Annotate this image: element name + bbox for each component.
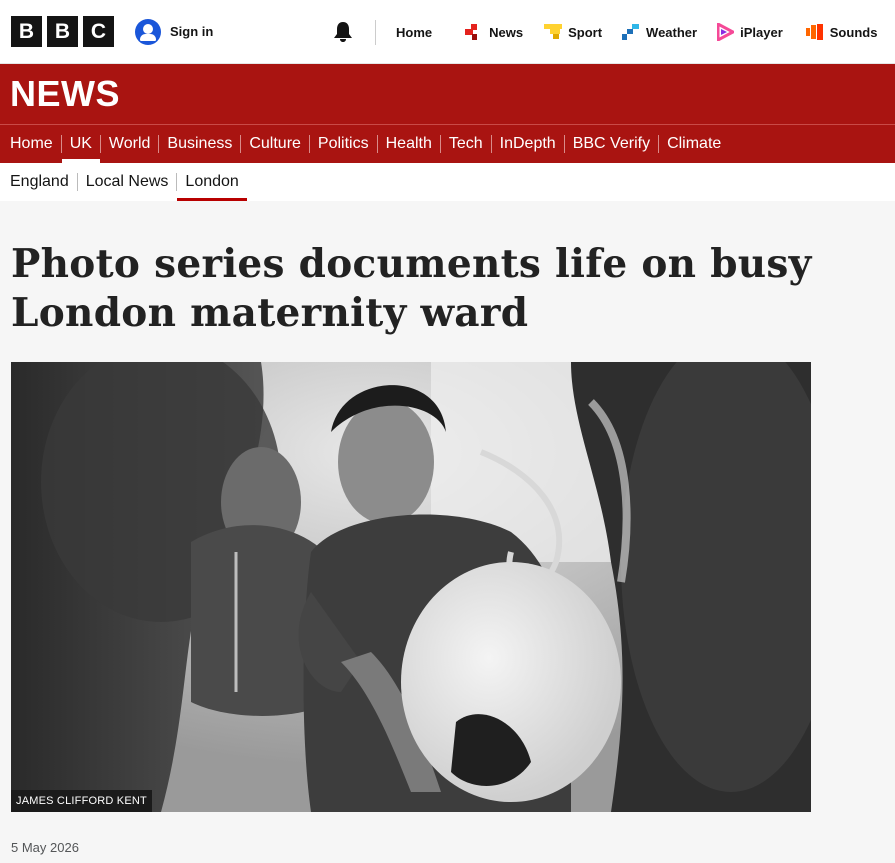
news-icon xyxy=(465,24,478,40)
sign-in-button[interactable]: Sign in xyxy=(135,18,214,45)
header-divider xyxy=(375,20,376,45)
article-headline: Photo series documents life on busy Lond… xyxy=(11,241,812,336)
iplayer-icon xyxy=(717,23,735,41)
global-nav-label: Sport xyxy=(568,24,603,40)
maternity-ward-photo xyxy=(11,362,811,812)
global-nav-iplayer[interactable]: iPlayer xyxy=(717,23,783,41)
account-icon xyxy=(135,18,161,45)
section-nav-climate[interactable]: Climate xyxy=(659,125,729,163)
image-credit: JAMES CLIFFORD KENT xyxy=(11,790,152,812)
section-nav-culture[interactable]: Culture xyxy=(241,125,309,163)
bbc-logo[interactable]: B B C xyxy=(11,16,114,47)
news-banner: NEWS xyxy=(0,64,895,125)
weather-icon xyxy=(622,24,640,40)
logo-letter: B xyxy=(11,16,42,47)
section-nav-tech[interactable]: Tech xyxy=(441,125,491,163)
sub-nav: England Local News London xyxy=(0,163,895,201)
sub-nav-london[interactable]: London xyxy=(177,163,248,201)
global-header: B B C Sign in Home News Sport Weather iP… xyxy=(0,0,895,64)
article-date: 5 May 2026 xyxy=(11,840,79,855)
section-nav-health[interactable]: Health xyxy=(378,125,440,163)
section-nav: Home UK World Business Culture Politics … xyxy=(0,125,895,163)
article-hero-image: JAMES CLIFFORD KENT xyxy=(11,362,811,812)
news-title-link[interactable]: NEWS xyxy=(10,73,120,115)
sport-icon xyxy=(544,24,563,39)
sounds-icon xyxy=(805,24,823,40)
global-nav-weather[interactable]: Weather xyxy=(622,24,697,40)
global-nav-label: Weather xyxy=(646,24,698,40)
sub-nav-england[interactable]: England xyxy=(2,163,77,201)
sub-nav-local-news[interactable]: Local News xyxy=(78,163,177,201)
section-nav-uk[interactable]: UK xyxy=(61,125,101,163)
global-nav-home[interactable]: Home xyxy=(396,25,432,40)
global-nav-label: Sounds xyxy=(829,24,878,40)
section-nav-indepth[interactable]: InDepth xyxy=(492,125,564,163)
section-nav-business[interactable]: Business xyxy=(159,125,240,163)
global-nav-sport[interactable]: Sport xyxy=(544,24,602,40)
notifications-bell-icon[interactable] xyxy=(333,21,353,43)
global-nav-sounds[interactable]: Sounds xyxy=(805,24,878,40)
section-nav-politics[interactable]: Politics xyxy=(310,125,377,163)
section-nav-world[interactable]: World xyxy=(101,125,159,163)
logo-letter: C xyxy=(83,16,114,47)
logo-letter: B xyxy=(47,16,78,47)
global-nav-label: News xyxy=(489,24,524,40)
sign-in-label: Sign in xyxy=(170,24,214,39)
section-nav-home[interactable]: Home xyxy=(2,125,61,163)
global-nav-label: Home xyxy=(396,24,433,40)
section-nav-bbc-verify[interactable]: BBC Verify xyxy=(565,125,658,163)
global-nav: Home News Sport Weather iPlayer Sounds xyxy=(396,0,877,64)
global-nav-label: iPlayer xyxy=(740,24,783,40)
global-nav-news[interactable]: News xyxy=(465,24,523,40)
